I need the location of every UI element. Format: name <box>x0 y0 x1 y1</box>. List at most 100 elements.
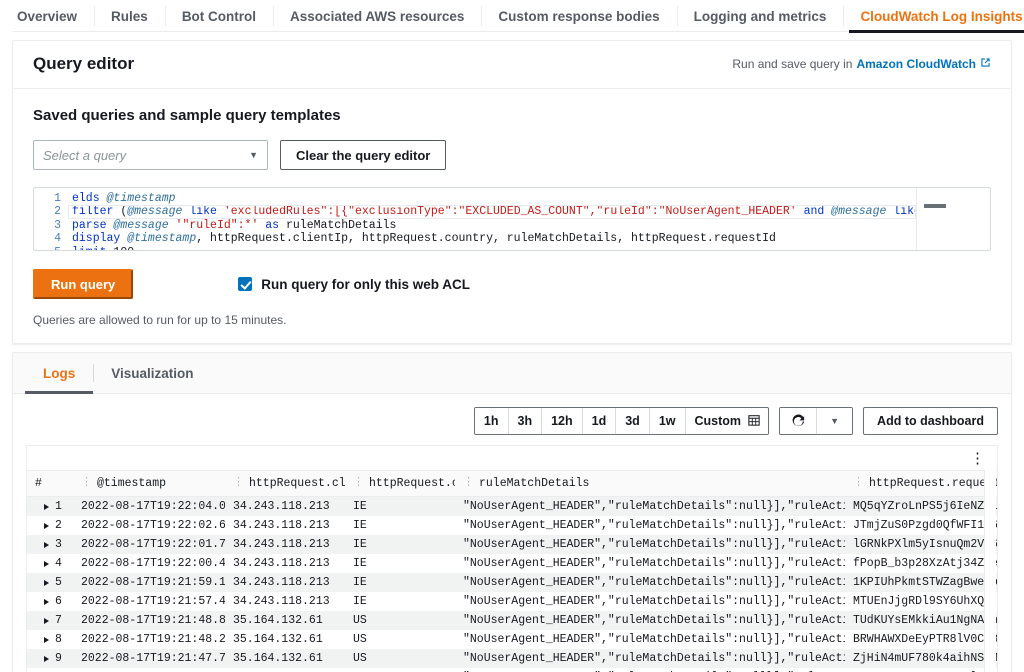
web-acl-only-checkbox-wrap[interactable]: Run query for only this web ACL <box>238 277 470 292</box>
cell-idx: 6 <box>27 592 73 611</box>
code-token: like <box>189 205 224 218</box>
results-tab-logs[interactable]: Logs <box>25 353 93 393</box>
saved-query-select-placeholder: Select a query <box>43 148 126 163</box>
table-row[interactable]: 92022-08-17T19:21:47.738Z35.164.132.61US… <box>27 649 997 668</box>
row-index: 7 <box>55 614 62 627</box>
tab-logging-and-metrics[interactable]: Logging and metrics <box>677 0 844 32</box>
table-row[interactable]: 12022-08-17T19:22:04.076Z34.243.118.213I… <box>27 497 997 517</box>
time-range-custom[interactable]: Custom <box>685 408 769 434</box>
expand-row-triangle-icon[interactable] <box>44 561 49 567</box>
query-code-editor[interactable]: 12345 elds @timestampfilter (@message li… <box>33 187 991 251</box>
cell-rid: TUdKUYsEMkkiAu1NgNAUnYp <box>845 611 997 630</box>
expand-row-triangle-icon[interactable] <box>44 637 49 643</box>
column-header-ip[interactable]: ⋮httpRequest.client… <box>225 471 345 497</box>
column-header-rmd[interactable]: ⋮ruleMatchDetails <box>455 471 845 497</box>
table-row[interactable]: 32022-08-17T19:22:01.712Z34.243.118.213I… <box>27 535 997 554</box>
cell-ip: 35.164.132.61 <box>225 611 345 630</box>
column-resize-grip-icon[interactable]: ⋮ <box>81 478 92 489</box>
tab-associated-aws-resources[interactable]: Associated AWS resources <box>273 0 481 32</box>
cell-rid: MTUEnJjgRDl9SY6UhXQ8-vf <box>845 592 997 611</box>
column-header-idx[interactable]: # <box>27 471 73 497</box>
cell-cc: IE <box>345 592 455 611</box>
column-header-label: @timestamp <box>97 477 166 490</box>
amazon-cloudwatch-link[interactable]: Amazon CloudWatch <box>856 57 976 71</box>
table-row[interactable]: 62022-08-17T19:21:57.474Z34.243.118.213I… <box>27 592 997 611</box>
expand-row-triangle-icon[interactable] <box>44 618 49 624</box>
column-resize-grip-icon[interactable]: ⋮ <box>853 478 864 489</box>
column-header-ts[interactable]: ⋮ @timestamp <box>73 471 225 497</box>
run-save-query-link-wrap: Run and save query in Amazon CloudWatch <box>732 57 991 71</box>
cell-ts: 2022-08-17T19:21:59.122Z <box>73 573 225 592</box>
refresh-interval-dropdown[interactable]: ▼ <box>816 408 852 434</box>
time-range-3d[interactable]: 3d <box>615 408 649 434</box>
time-range-selector: 1h3h12h1d3d1wCustom <box>474 407 769 435</box>
expand-row-triangle-icon[interactable] <box>44 504 49 510</box>
column-resize-grip-icon[interactable]: ⋮ <box>233 478 244 489</box>
table-row[interactable]: 72022-08-17T19:21:48.830Z35.164.132.61US… <box>27 611 997 630</box>
editor-line-numbers: 12345 <box>34 188 68 250</box>
cell-cc: IE <box>345 516 455 535</box>
row-index: 1 <box>55 500 62 513</box>
time-range-1h[interactable]: 1h <box>475 408 508 434</box>
code-line: elds @timestamp <box>68 192 916 205</box>
tab-overview[interactable]: Overview <box>0 0 94 32</box>
cell-ip: 34.243.118.213 <box>225 497 345 517</box>
table-row[interactable]: 82022-08-17T19:21:48.282Z35.164.132.61US… <box>27 630 997 649</box>
saved-query-select[interactable]: Select a query ▼ <box>33 140 268 170</box>
expand-row-triangle-icon[interactable] <box>44 523 49 529</box>
code-token: @timestamp <box>107 192 176 205</box>
time-range-3h[interactable]: 3h <box>508 408 542 434</box>
cell-rmd: "NoUserAgent_HEADER","ruleMatchDetails":… <box>455 573 845 592</box>
cell-rmd: "NoUserAgent_HEADER","ruleMatchDetails":… <box>455 516 845 535</box>
refresh-icon[interactable] <box>780 408 816 434</box>
cell-rid: rCSWtK24VRrogO_1gl44xKZ <box>845 668 997 672</box>
tab-rules[interactable]: Rules <box>94 0 165 32</box>
table-row[interactable]: 52022-08-17T19:21:59.122Z34.243.118.213I… <box>27 573 997 592</box>
results-tab-visualization[interactable]: Visualization <box>93 353 211 393</box>
expand-row-triangle-icon[interactable] <box>44 656 49 662</box>
cell-cc: US <box>345 668 455 672</box>
expand-row-triangle-icon[interactable] <box>44 599 49 605</box>
run-query-button[interactable]: Run query <box>33 269 133 299</box>
row-index: 6 <box>55 595 62 608</box>
table-row[interactable]: 42022-08-17T19:22:00.476Z34.243.118.213I… <box>27 554 997 573</box>
cell-idx: 1 <box>27 497 73 517</box>
column-resize-grip-icon[interactable]: ⋮ <box>353 478 364 489</box>
table-vertical-scrollbar[interactable] <box>984 470 996 672</box>
tab-cloudwatch-log-insights[interactable]: CloudWatch Log InsightsNew <box>843 0 1024 32</box>
add-to-dashboard-button[interactable]: Add to dashboard <box>863 407 998 435</box>
table-settings-kebab-icon[interactable]: ⋮ <box>970 451 985 466</box>
tab-bot-control[interactable]: Bot Control <box>165 0 273 32</box>
cell-cc: IE <box>345 497 455 517</box>
cell-rmd: "NoUserAgent_HEADER","ruleMatchDetails":… <box>455 592 845 611</box>
editor-minimap[interactable] <box>916 188 990 250</box>
column-resize-grip-icon[interactable]: ⋮ <box>463 478 474 489</box>
table-row[interactable]: 22022-08-17T19:22:02.684Z34.243.118.213I… <box>27 516 997 535</box>
column-header-cc[interactable]: ⋮httpRequest.count… <box>345 471 455 497</box>
row-index: 3 <box>55 538 62 551</box>
clear-query-editor-button[interactable]: Clear the query editor <box>280 140 446 170</box>
row-index: 8 <box>55 633 62 646</box>
time-range-1d[interactable]: 1d <box>582 408 616 434</box>
cell-cc: IE <box>345 554 455 573</box>
cell-cc: IE <box>345 573 455 592</box>
column-header-rid[interactable]: ⋮httpRequest.request… <box>845 471 997 497</box>
table-row[interactable]: 102022-08-17T19:21:47.164Z35.164.132.61U… <box>27 668 997 672</box>
cell-rmd: "NoUserAgent_HEADER","ruleMatchDetails":… <box>455 554 845 573</box>
line-number: 4 <box>34 232 68 245</box>
code-line: parse @message '"ruleId":*' as ruleMatch… <box>68 219 916 232</box>
cell-rmd: "NoUserAgent_HEADER","ruleMatchDetails":… <box>455 611 845 630</box>
editor-code-area[interactable]: elds @timestampfilter (@message like 'ex… <box>68 188 916 250</box>
page-title: Query editor <box>33 54 134 74</box>
code-token: @message <box>831 205 893 218</box>
time-range-12h[interactable]: 12h <box>541 408 582 434</box>
web-acl-only-checkbox[interactable] <box>238 277 252 291</box>
code-token: and <box>804 205 832 218</box>
cell-rmd: "NoUserAgent_HEADER","ruleMatchDetails":… <box>455 649 845 668</box>
tab-custom-response-bodies[interactable]: Custom response bodies <box>481 0 676 32</box>
time-range-1w[interactable]: 1w <box>649 408 685 434</box>
expand-row-triangle-icon[interactable] <box>44 542 49 548</box>
expand-row-triangle-icon[interactable] <box>44 580 49 586</box>
logs-table-wrap: ⋮ #⋮@timestamp⋮httpRequest.client…⋮httpR… <box>26 445 998 672</box>
cell-ip: 34.243.118.213 <box>225 592 345 611</box>
